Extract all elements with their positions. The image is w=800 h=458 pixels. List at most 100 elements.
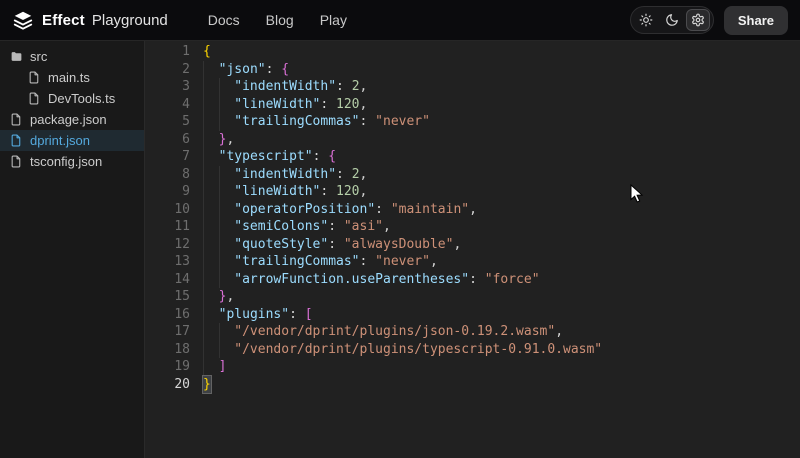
line-content: ] xyxy=(203,358,226,376)
sidebar-item-tsconfig-json[interactable]: tsconfig.json xyxy=(0,151,144,172)
code-token: "quoteStyle" xyxy=(234,236,328,254)
line-number: 15 xyxy=(145,288,190,306)
code-token: , xyxy=(383,218,391,236)
brand[interactable]: Effect Playground xyxy=(12,9,168,31)
code-token: , xyxy=(226,131,234,149)
indent-guide xyxy=(219,341,235,359)
line-content: "/vendor/dprint/plugins/typescript-0.91.… xyxy=(203,341,602,359)
moon-icon xyxy=(665,13,679,27)
share-button[interactable]: Share xyxy=(724,6,788,35)
code-token: : xyxy=(328,218,344,236)
code-line[interactable]: 1{ xyxy=(145,43,800,61)
code-line[interactable]: 7"typescript": { xyxy=(145,148,800,166)
code-token: : xyxy=(336,78,352,96)
code-line[interactable]: 19] xyxy=(145,358,800,376)
file-label: dprint.json xyxy=(30,133,90,148)
line-content: "operatorPosition": "maintain", xyxy=(203,201,477,219)
code-line[interactable]: 16"plugins": [ xyxy=(145,306,800,324)
code-token: "/vendor/dprint/plugins/json-0.19.2.wasm… xyxy=(234,323,555,341)
line-number: 11 xyxy=(145,218,190,236)
code-token: "lineWidth" xyxy=(234,96,320,114)
file-tree: src main.ts DevTools.ts package.json dprint.… xyxy=(0,46,144,172)
code-token: "plugins" xyxy=(219,306,289,324)
line-content: "trailingCommas": "never", xyxy=(203,253,438,271)
indent-guide xyxy=(219,166,235,184)
line-number: 4 xyxy=(145,96,190,114)
code-line[interactable]: 18"/vendor/dprint/plugins/typescript-0.9… xyxy=(145,341,800,359)
indent-guide xyxy=(219,96,235,114)
code-token: "semiColons" xyxy=(234,218,328,236)
code-token: : xyxy=(313,148,329,166)
line-content: "arrowFunction.useParentheses": "force" xyxy=(203,271,540,289)
folder-icon xyxy=(10,50,23,63)
file-icon xyxy=(10,134,23,147)
effect-logo-icon xyxy=(12,9,34,31)
theme-toggle-group xyxy=(630,6,714,34)
code-token: , xyxy=(360,96,368,114)
line-content: "indentWidth": 2, xyxy=(203,78,367,96)
header-right: Share xyxy=(630,6,788,35)
sidebar-item-package-json[interactable]: package.json xyxy=(0,109,144,130)
code-token: : xyxy=(289,306,305,324)
line-number: 1 xyxy=(145,43,190,61)
theme-light-button[interactable] xyxy=(634,9,658,31)
indent-guide xyxy=(219,323,235,341)
code-token: { xyxy=(281,61,289,79)
file-label: DevTools.ts xyxy=(48,91,115,106)
code-token: : xyxy=(360,253,376,271)
sun-icon xyxy=(639,13,653,27)
code-token: "force" xyxy=(485,271,540,289)
sidebar-item-devtools-ts[interactable]: DevTools.ts xyxy=(0,88,144,109)
code-line[interactable]: 11 "semiColons": "asi", xyxy=(145,218,800,236)
sidebar-item-main-ts[interactable]: main.ts xyxy=(0,67,144,88)
code-token: "indentWidth" xyxy=(234,78,336,96)
code-line[interactable]: 6}, xyxy=(145,131,800,149)
theme-dark-button[interactable] xyxy=(660,9,684,31)
sidebar-item-dprint-json[interactable]: dprint.json xyxy=(0,130,144,151)
nav-play[interactable]: Play xyxy=(320,12,347,28)
line-number: 14 xyxy=(145,271,190,289)
indent-guide xyxy=(203,61,219,79)
line-content: "lineWidth": 120, xyxy=(203,96,367,114)
code-token: "indentWidth" xyxy=(234,166,336,184)
indent-guide xyxy=(203,306,219,324)
line-content: }, xyxy=(203,131,234,149)
file-icon xyxy=(28,92,41,105)
code-editor[interactable]: 1{2"json": {3"indentWidth": 2,4"lineWidt… xyxy=(145,41,800,458)
code-line[interactable]: 10"operatorPosition": "maintain", xyxy=(145,201,800,219)
line-content: "indentWidth": 2, xyxy=(203,166,367,184)
code-line[interactable]: 14 "arrowFunction.useParentheses": "force… xyxy=(145,271,800,289)
sidebar-item-src[interactable]: src xyxy=(0,46,144,67)
code-line[interactable]: 9"lineWidth": 120, xyxy=(145,183,800,201)
indent-guide xyxy=(219,271,235,289)
code-line[interactable]: 3 "indentWidth": 2, xyxy=(145,78,800,96)
indent-guide xyxy=(203,288,219,306)
file-label: main.ts xyxy=(48,70,90,85)
code-token: : xyxy=(469,271,485,289)
indent-guide xyxy=(219,236,235,254)
main-nav: Docs Blog Play xyxy=(208,12,347,28)
indent-guide xyxy=(203,183,219,201)
nav-docs[interactable]: Docs xyxy=(208,12,240,28)
indent-guide xyxy=(219,183,235,201)
code-line[interactable]: 20} xyxy=(145,376,800,394)
code-line[interactable]: 2"json": { xyxy=(145,61,800,79)
code-line[interactable]: 5"trailingCommas": "never" xyxy=(145,113,800,131)
code-line[interactable]: 17"/vendor/dprint/plugins/json-0.19.2.wa… xyxy=(145,323,800,341)
code-line[interactable]: 4 "lineWidth": 120, xyxy=(145,96,800,114)
code-line[interactable]: 15}, xyxy=(145,288,800,306)
line-content: "semiColons": "asi", xyxy=(203,218,391,236)
effect-playground-app: Effect Playground Docs Blog Play xyxy=(0,0,800,458)
theme-system-button[interactable] xyxy=(686,9,710,31)
code-token: , xyxy=(469,201,477,219)
code-line[interactable]: 13"trailingCommas": "never", xyxy=(145,253,800,271)
file-icon xyxy=(10,155,23,168)
code-line[interactable]: 12"quoteStyle": "alwaysDouble", xyxy=(145,236,800,254)
code-token: , xyxy=(360,78,368,96)
line-number: 6 xyxy=(145,131,190,149)
line-number: 3 xyxy=(145,78,190,96)
nav-blog[interactable]: Blog xyxy=(266,12,294,28)
indent-guide xyxy=(219,201,235,219)
indent-guide xyxy=(219,78,235,96)
code-line[interactable]: 8"indentWidth": 2, xyxy=(145,166,800,184)
